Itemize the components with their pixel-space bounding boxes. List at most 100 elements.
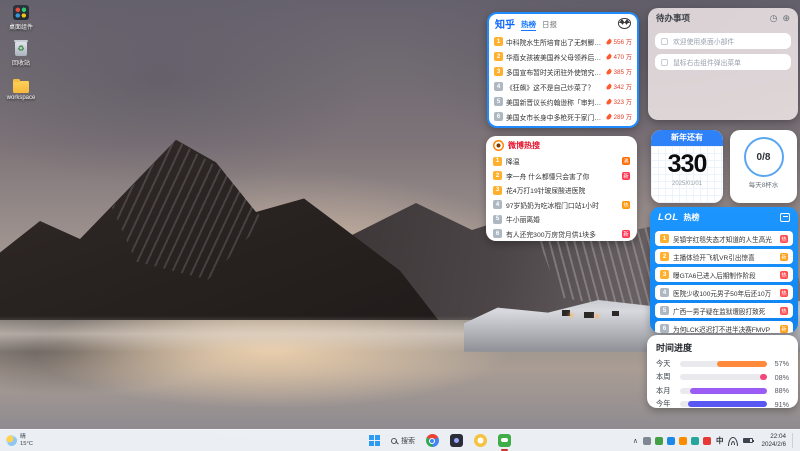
tray-app-icon[interactable] [643,437,651,445]
item-title: 降温 [506,156,618,166]
wifi-icon[interactable] [728,437,738,445]
countdown-body: 330 2025/01/01 [651,146,723,203]
water-count: 0/8 [757,152,771,163]
hot-tag: 热 [780,235,788,243]
desktop-icon-workspace-folder[interactable]: workspace [4,79,38,101]
heat-value: 385 万 [607,67,632,76]
hot-list-item[interactable]: 5牛小丽离婚 [486,212,637,227]
weibo-list: 1降温沸2李一舟 什么都懂只会害了你新3花4万打19针玻尿酸进医院497岁奶奶为… [486,154,637,241]
hot-list-item[interactable]: 5广西一男子疑在监狱遭殴打致死热 [655,303,793,318]
item-title: 97岁奶奶为吃冰棍门口站1小时 [506,200,618,210]
checkbox-icon[interactable] [661,38,668,45]
weibo-eye-icon [493,140,504,151]
desktop-icon-recycle-bin[interactable]: ♻ 回收站 [4,42,38,67]
hot-list-item[interactable]: 3多国宣布暂时关闭驻外使馆究竟事出…385 万 [494,64,632,79]
progress-row: 今天57% [656,357,789,371]
newyear-countdown-widget: 新年还有 330 2025/01/01 [651,130,723,203]
search-button[interactable]: 搜索 [391,436,415,446]
item-title: 多国宣布暂时关闭驻外使馆究竟事出… [506,67,604,77]
item-title: 华裔女孩被美国养父母领养后身世坎… [506,52,604,62]
todo-item[interactable]: 欢迎使用桌面小部件 [655,33,791,49]
todo-item[interactable]: 鼠标右击组件弹出菜单 [655,54,791,70]
dark-app-icon[interactable] [450,434,463,447]
hot-list-item[interactable]: 2李一舟 什么都懂只会害了你新 [486,169,637,184]
calendar-icon[interactable] [780,213,790,222]
weibo-title: 微博热搜 [508,140,540,151]
countdown-title: 新年还有 [651,130,723,146]
item-title: 美国女市长身中多枪死于家门口，警… [506,112,604,122]
ime-indicator[interactable]: 中 [716,435,724,446]
hot-list-item[interactable]: 1降温沸 [486,154,637,169]
taskbar-clock[interactable]: 22:04 2024/2/6 [758,433,793,448]
hot-list-item[interactable]: 2华裔女孩被美国养父母领养后身世坎…470 万 [494,49,632,64]
hot-list-item[interactable]: 3花4万打19针玻尿酸进医院 [486,183,637,198]
start-button[interactable] [369,435,380,446]
search-label: 搜索 [401,436,415,446]
hot-list-item[interactable]: 7山东一高校男生凌晨坠楼身亡，校方…264 万 [494,124,632,128]
hot-list-item[interactable]: 6有人还完300万房贷月供1块多新 [486,227,637,242]
tab-hot[interactable]: 热榜 [521,17,536,31]
hot-list-item[interactable]: 5美国新晋议长约翰逊称「审判这是自…323 万 [494,94,632,109]
flame-icon [606,113,613,120]
history-icon[interactable]: ◷ [770,14,778,23]
hot-list-item[interactable]: 4医院少收100元男子50年后还10万热 [655,285,793,300]
tray-app-icon[interactable] [679,437,687,445]
hot-list-item[interactable]: 3曝GTA6已进入后期制作阶段热 [655,267,793,282]
cat-icon[interactable] [618,18,631,29]
progress-fill [688,401,767,407]
hot-list-item[interactable]: 1中科院水生所培育出了无刺鲫鱼，80…556 万 [494,34,632,49]
flame-icon [606,83,613,90]
clock-date: 2024/2/6 [761,441,786,449]
hot-list-item[interactable]: 2主播体验开飞机VR引出惊喜新 [655,249,793,264]
zhihu-list: 1中科院水生所培育出了无刺鲫鱼，80…556 万2华裔女孩被美国养父母领养后身世… [489,33,637,128]
battery-icon[interactable] [743,438,753,444]
item-title: 美国新晋议长约翰逊称「审判这是自… [506,97,604,107]
yellow-app-icon[interactable] [474,434,487,447]
item-title: 主播体验开飞机VR引出惊喜 [673,252,776,262]
chrome-app-icon[interactable] [426,434,439,447]
recycle-bin-icon: ♻ [15,42,27,56]
tray-app-icon[interactable] [691,437,699,445]
progress-label: 本月 [656,386,680,396]
tray-app-icon[interactable] [667,437,675,445]
heat-text: 289 万 [613,112,632,121]
zhihu-header: 知乎 热榜 日报 [489,14,637,33]
hot-list-item[interactable]: 497岁奶奶为吃冰棍门口站1小时热 [486,198,637,213]
progress-row: 本周08% [656,371,789,385]
rank-badge: 2 [493,171,502,180]
hot-list-item[interactable]: 6美国女市长身中多枪死于家门口，警… 289 万 [494,109,632,124]
hot-tag: 新 [622,172,630,180]
taskbar: 晴 15°C 搜索 ∧ 中 22:04 2024/2/6 [0,429,800,451]
rank-badge: 7 [494,127,503,128]
tab-daily[interactable]: 日报 [542,17,557,30]
water-tracker-widget[interactable]: 0/8 每天8杯水 [730,130,797,203]
checkbox-icon[interactable] [661,59,668,66]
rank-badge: 6 [494,112,503,121]
rank-badge: 2 [660,252,669,261]
lol-logo: LOL [658,212,679,223]
heat-text: 556 万 [613,37,632,46]
rank-badge: 5 [660,306,669,315]
desktop-icon-widgets[interactable]: 桌面组件 [4,5,38,31]
weibo-hotsearch-widget: 微博热搜 1降温沸2李一舟 什么都懂只会害了你新3花4万打19针玻尿酸进医院49… [486,136,637,241]
add-todo-icon[interactable]: ⊕ [782,14,790,23]
zhihu-logo: 知乎 [495,16,515,31]
tray-app-icon[interactable] [655,437,663,445]
hot-tag: 热 [780,289,788,297]
todo-title: 待办事项 [656,12,690,24]
tray-app-icon[interactable] [703,437,711,445]
lol-hotlist-widget: LOL 热榜 1吴镇宇红毯失态才知道的人生高光热2主播体验开飞机VR引出惊喜新3… [650,207,798,333]
hot-list-item[interactable]: 4《狂飙》这不是自己炒菜了？342 万 [494,79,632,94]
rank-badge: 1 [660,234,669,243]
hot-list-item[interactable]: 6为何LCK迟迟打不进半决赛FMVP新 [655,321,793,333]
progress-track [680,361,767,367]
lol-list: 1吴镇宇红毯失态才知道的人生高光热2主播体验开飞机VR引出惊喜新3曝GTA6已进… [650,231,798,333]
hot-list-item[interactable]: 1吴镇宇红毯失态才知道的人生高光热 [655,231,793,246]
progress-percent: 91% [767,400,789,409]
widgets-app-taskbar-icon[interactable] [498,434,511,447]
water-progress-ring: 0/8 [744,137,784,177]
tray-overflow-chevron-icon[interactable]: ∧ [633,437,638,445]
item-title: 中科院水生所培育出了无刺鲫鱼，80… [506,37,604,47]
todo-header: 待办事项 ◷ ⊕ [648,8,798,28]
taskbar-weather-button[interactable]: 晴 15°C [0,434,39,447]
